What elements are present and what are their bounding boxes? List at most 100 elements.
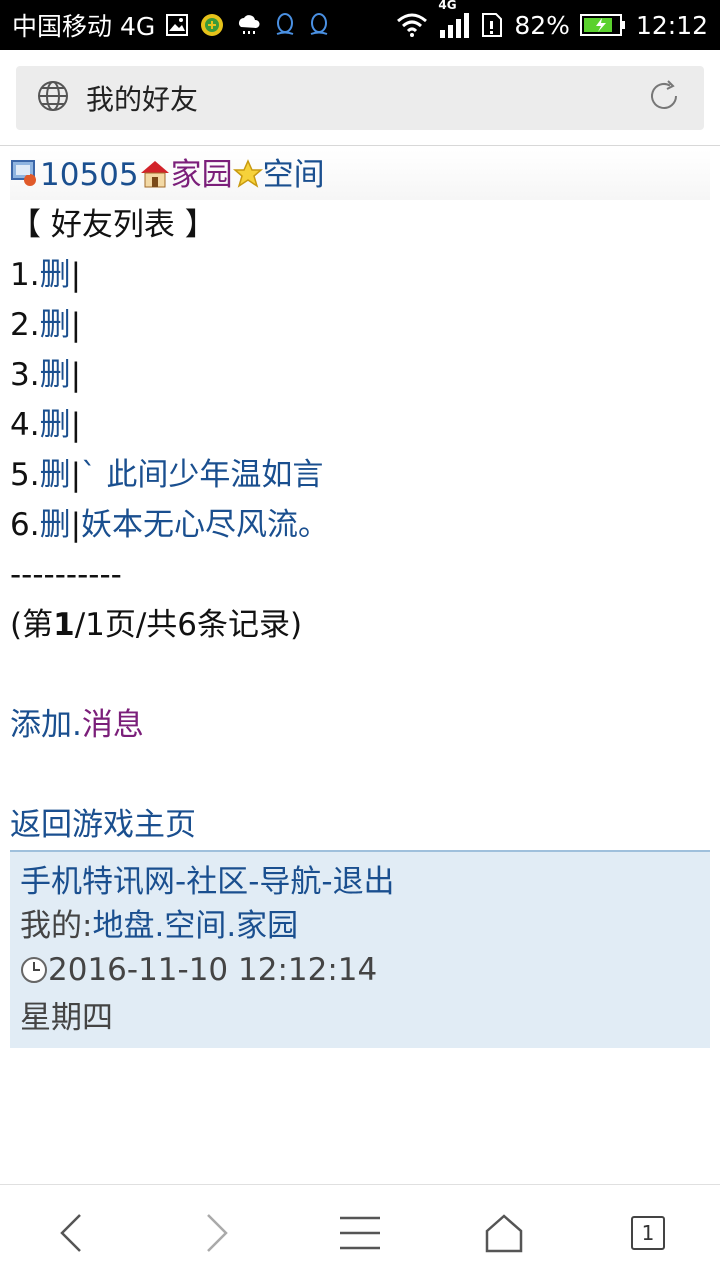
- current-page: 1: [53, 607, 75, 643]
- pagination-prefix: (第: [10, 607, 54, 643]
- dash-separator: -: [175, 864, 187, 900]
- my-space-link[interactable]: 空间: [164, 908, 226, 944]
- friend-number: 6.: [10, 507, 40, 543]
- image-icon: [165, 13, 189, 37]
- refresh-icon[interactable]: [644, 76, 684, 120]
- delete-link[interactable]: 删: [40, 257, 71, 293]
- friend-number: 2.: [10, 307, 40, 343]
- forward-icon: [207, 1213, 228, 1252]
- qq-icon: [307, 12, 331, 38]
- browser-screen: 中国移动 4G 4G 82% 12:12 我的好友 10505 家园 空间 【 …: [0, 0, 720, 1280]
- bottom-nav: 1: [0, 1184, 720, 1280]
- friend-name-link[interactable]: ˋ 此间少年温如言: [81, 457, 323, 493]
- separator: |: [70, 357, 82, 393]
- footer-datetime: 2016-11-10 12:12:14: [20, 948, 700, 996]
- list-item: 4.删|: [10, 400, 710, 450]
- delete-link[interactable]: 删: [40, 457, 71, 493]
- add-friend-link[interactable]: 添加: [10, 707, 72, 743]
- delete-link[interactable]: 删: [40, 307, 71, 343]
- datetime-text: 2016-11-10 12:12:14: [48, 952, 378, 988]
- list-item: 5.删|ˋ 此间少年温如言: [10, 450, 710, 500]
- dash-separator: -: [321, 864, 333, 900]
- home-link[interactable]: 家园: [171, 157, 233, 193]
- weather-icon: [235, 13, 263, 37]
- tab-count: 1: [641, 1220, 655, 1245]
- dot-separator: .: [154, 908, 165, 944]
- house-icon: [139, 154, 171, 204]
- forward-button[interactable]: [176, 1193, 256, 1273]
- separator: |: [70, 307, 82, 343]
- friend-number: 1.: [10, 257, 40, 293]
- globe-icon: [36, 79, 70, 117]
- battery-icon: [579, 13, 626, 37]
- footer-panel: 手机特讯网-社区-导航-退出 我的:地盘.空间.家园 2016-11-10 12…: [10, 850, 710, 1048]
- home-button[interactable]: [464, 1193, 544, 1273]
- address-bar[interactable]: 我的好友: [16, 66, 704, 130]
- back-button[interactable]: [32, 1193, 112, 1273]
- territory-link[interactable]: 地盘: [92, 908, 154, 944]
- footer-nav: 手机特讯网-社区-导航-退出: [20, 860, 700, 904]
- delete-link[interactable]: 删: [40, 407, 71, 443]
- menu-icon: [340, 1216, 380, 1249]
- list-item: 6.删|妖本无心尽风流。: [10, 500, 710, 550]
- friend-number: 3.: [10, 357, 40, 393]
- home-icon: [485, 1213, 523, 1252]
- separator: |: [70, 407, 82, 443]
- friend-list-heading: 【 好友列表 】: [10, 207, 216, 243]
- back-icon: [60, 1213, 81, 1252]
- clock-label: 12:12: [635, 10, 708, 40]
- community-link[interactable]: 社区: [186, 864, 248, 900]
- page-title: 我的好友: [86, 83, 199, 116]
- back-to-game-home-link[interactable]: 返回游戏主页: [10, 807, 196, 843]
- tabs-button[interactable]: 1: [608, 1193, 688, 1273]
- friend-name-link[interactable]: 妖本无心尽风流。: [81, 507, 329, 543]
- footer-mine: 我的:地盘.空间.家园: [20, 904, 700, 948]
- delete-link[interactable]: 删: [40, 357, 71, 393]
- status-left: 中国移动 4G: [12, 7, 331, 43]
- site-home-link[interactable]: 手机特讯网: [20, 864, 175, 900]
- carrier-label: 中国移动 4G: [12, 12, 156, 41]
- weekday-text: 星期四: [20, 1000, 113, 1036]
- delete-link[interactable]: 删: [40, 507, 71, 543]
- space-link[interactable]: 空间: [263, 157, 325, 193]
- sim-icon: [480, 12, 504, 38]
- divider: ----------: [10, 557, 122, 593]
- navigation-link[interactable]: 导航: [259, 864, 321, 900]
- star-icon: [232, 154, 263, 204]
- dot-separator: .: [226, 908, 237, 944]
- wifi-icon: [396, 13, 428, 37]
- list-item: 3.删|: [10, 350, 710, 400]
- list-item: 2.删|: [10, 300, 710, 350]
- signal-icon: 4G: [438, 0, 470, 38]
- separator: |: [70, 507, 82, 543]
- messages-link[interactable]: 消息: [82, 707, 144, 743]
- user-id-link[interactable]: 10505: [40, 157, 139, 193]
- tabs-icon: 1: [631, 1215, 665, 1250]
- friend-number: 5.: [10, 457, 40, 493]
- menu-button[interactable]: [320, 1193, 400, 1273]
- action-links: 添加.消息: [10, 700, 710, 750]
- qq-icon: [273, 12, 297, 38]
- user-icon: [10, 154, 40, 204]
- clock-icon: [20, 952, 48, 996]
- dot-separator: .: [72, 707, 82, 743]
- status-right: 4G 82% 12:12: [396, 0, 708, 40]
- mine-label: 我的:: [20, 908, 93, 944]
- separator: |: [70, 457, 82, 493]
- separator: |: [70, 257, 82, 293]
- address-bar-area: 我的好友: [0, 50, 720, 146]
- back-home-row: 返回游戏主页: [10, 800, 710, 850]
- my-home-link[interactable]: 家园: [236, 908, 298, 944]
- page-content: 10505 家园 空间 【 好友列表 】 1.删| 2.删| 3.删| 4.删|…: [10, 150, 710, 850]
- network-label: 4G: [438, 0, 457, 12]
- pagination-suffix: /1页/共6条记录): [74, 607, 303, 643]
- status-bar: 中国移动 4G 4G 82% 12:12: [0, 0, 720, 50]
- battery-percent: 82%: [514, 10, 570, 40]
- coin-icon: [199, 12, 225, 38]
- pagination-info: (第1/1页/共6条记录): [10, 600, 710, 650]
- logout-link[interactable]: 退出: [333, 864, 395, 900]
- friend-number: 4.: [10, 407, 40, 443]
- user-header: 10505 家园 空间: [10, 150, 710, 200]
